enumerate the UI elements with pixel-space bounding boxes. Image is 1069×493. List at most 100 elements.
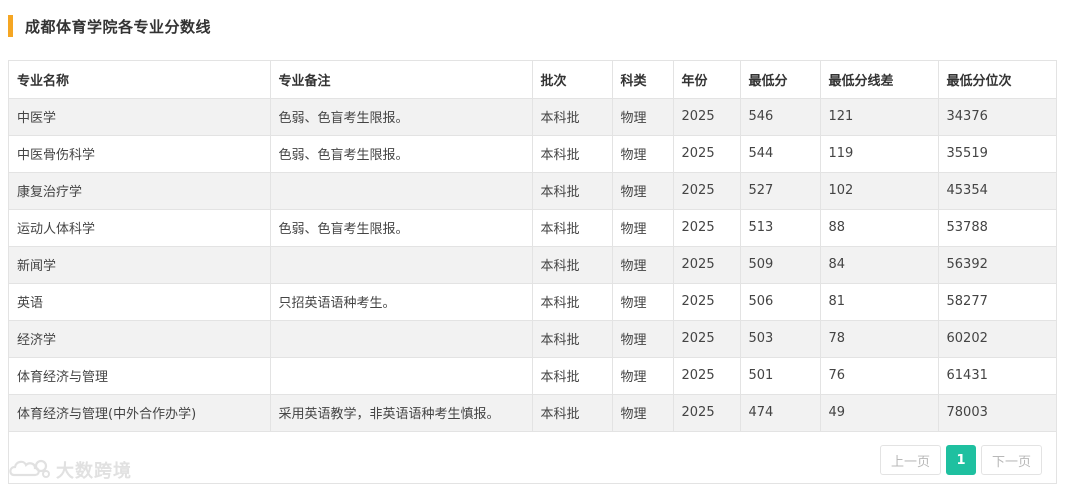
major-cell: 经济学 bbox=[9, 320, 271, 358]
min-rank-cell: 53788 bbox=[938, 209, 1056, 247]
page: 成都体育学院各专业分数线 专业名称 专业备注 批次 科类 年份 最低分 最低分线… bbox=[0, 0, 1069, 493]
year-cell: 2025 bbox=[673, 394, 741, 432]
min-rank-cell: 61431 bbox=[938, 357, 1056, 395]
category-cell: 物理 bbox=[612, 209, 674, 247]
category-cell: 物理 bbox=[612, 394, 674, 432]
note-cell bbox=[270, 320, 533, 358]
min-rank-cell: 78003 bbox=[938, 394, 1056, 432]
major-cell: 中医骨伤科学 bbox=[9, 135, 271, 173]
watermark-text: 大数跨境 bbox=[56, 461, 132, 482]
prev-page-button[interactable]: 上一页 bbox=[879, 445, 941, 475]
year-cell: 2025 bbox=[673, 357, 741, 395]
min-score-cell: 513 bbox=[740, 209, 821, 247]
table-header-row: 专业名称 专业备注 批次 科类 年份 最低分 最低分线差 最低分位次 bbox=[9, 61, 1056, 99]
min-rank-cell: 35519 bbox=[938, 135, 1056, 173]
batch-cell: 本科批 bbox=[532, 394, 613, 432]
major-cell: 体育经济与管理(中外合作办学) bbox=[9, 394, 271, 432]
category-cell: 物理 bbox=[612, 357, 674, 395]
column-header-year: 年份 bbox=[673, 61, 741, 99]
note-cell bbox=[270, 246, 533, 284]
column-header-major: 专业名称 bbox=[9, 61, 271, 99]
score-diff-cell: 121 bbox=[820, 98, 939, 136]
min-rank-cell: 56392 bbox=[938, 246, 1056, 284]
cloud-logo-icon bbox=[9, 459, 50, 478]
category-cell: 物理 bbox=[612, 283, 674, 321]
year-cell: 2025 bbox=[673, 172, 741, 210]
category-cell: 物理 bbox=[612, 320, 674, 358]
column-header-min-score: 最低分 bbox=[740, 61, 821, 99]
min-score-cell: 546 bbox=[740, 98, 821, 136]
major-cell: 英语 bbox=[9, 283, 271, 321]
title-accent-bar bbox=[8, 15, 13, 37]
year-cell: 2025 bbox=[673, 283, 741, 321]
column-header-score-diff: 最低分线差 bbox=[820, 61, 939, 99]
scores-table: 专业名称 专业备注 批次 科类 年份 最低分 最低分线差 最低分位次 中医学 色弱… bbox=[9, 61, 1056, 432]
table-row: 运动人体科学 色弱、色盲考生限报。 本科批 物理 2025 513 88 53788 bbox=[9, 209, 1056, 247]
score-diff-cell: 49 bbox=[820, 394, 939, 432]
table-row: 体育经济与管理 本科批 物理 2025 501 76 61431 bbox=[9, 357, 1056, 395]
min-rank-cell: 60202 bbox=[938, 320, 1056, 358]
note-cell: 采用英语教学，非英语语种考生慎报。 bbox=[270, 394, 533, 432]
score-diff-cell: 81 bbox=[820, 283, 939, 321]
major-cell: 中医学 bbox=[9, 98, 271, 136]
score-diff-cell: 102 bbox=[820, 172, 939, 210]
note-cell: 色弱、色盲考生限报。 bbox=[270, 209, 533, 247]
category-cell: 物理 bbox=[612, 172, 674, 210]
min-score-cell: 509 bbox=[740, 246, 821, 284]
major-cell: 康复治疗学 bbox=[9, 172, 271, 210]
section-header: 成都体育学院各专业分数线 bbox=[8, 15, 211, 37]
min-rank-cell: 45354 bbox=[938, 172, 1056, 210]
table-body: 中医学 色弱、色盲考生限报。 本科批 物理 2025 546 121 34376 中医骨伤科学色… bbox=[9, 98, 1056, 432]
page-1-button[interactable]: 1 bbox=[945, 445, 976, 475]
note-cell bbox=[270, 172, 533, 210]
category-cell: 物理 bbox=[612, 246, 674, 284]
category-cell: 物理 bbox=[612, 98, 674, 136]
score-diff-cell: 76 bbox=[820, 357, 939, 395]
table-row: 体育经济与管理(中外合作办学) 采用英语教学，非英语语种考生慎报。 本科批 物理 202… bbox=[9, 394, 1056, 432]
year-cell: 2025 bbox=[673, 209, 741, 247]
note-cell: 色弱、色盲考生限报。 bbox=[270, 98, 533, 136]
note-cell: 色弱、色盲考生限报。 bbox=[270, 135, 533, 173]
batch-cell: 本科批 bbox=[532, 320, 613, 358]
score-diff-cell: 78 bbox=[820, 320, 939, 358]
major-cell: 体育经济与管理 bbox=[9, 357, 271, 395]
table-row: 新闻学 本科批 物理 2025 509 84 56392 bbox=[9, 246, 1056, 284]
table-row: 中医骨伤科学 色弱、色盲考生限报。 本科批 物理 2025 544 119 35519 bbox=[9, 135, 1056, 173]
min-score-cell: 527 bbox=[740, 172, 821, 210]
note-cell bbox=[270, 357, 533, 395]
scores-table-container: 专业名称 专业备注 批次 科类 年份 最低分 最低分线差 最低分位次 中医学 色弱… bbox=[8, 60, 1057, 484]
column-header-min-rank: 最低分位次 bbox=[938, 61, 1056, 99]
batch-cell: 本科批 bbox=[532, 357, 613, 395]
next-page-button[interactable]: 下一页 bbox=[980, 445, 1042, 475]
year-cell: 2025 bbox=[673, 98, 741, 136]
category-cell: 物理 bbox=[612, 135, 674, 173]
score-diff-cell: 88 bbox=[820, 209, 939, 247]
year-cell: 2025 bbox=[673, 320, 741, 358]
year-cell: 2025 bbox=[673, 246, 741, 284]
major-cell: 运动人体科学 bbox=[9, 209, 271, 247]
batch-cell: 本科批 bbox=[532, 135, 613, 173]
batch-cell: 本科批 bbox=[532, 172, 613, 210]
min-score-cell: 501 bbox=[740, 357, 821, 395]
table-row: 英语 只招英语语种考生。 本科批 物理 2025 506 81 58277 bbox=[9, 283, 1056, 321]
column-header-note: 专业备注 bbox=[270, 61, 533, 99]
batch-cell: 本科批 bbox=[532, 283, 613, 321]
min-rank-cell: 34376 bbox=[938, 98, 1056, 136]
table-row: 中医学 色弱、色盲考生限报。 本科批 物理 2025 546 121 34376 bbox=[9, 98, 1056, 136]
min-score-cell: 544 bbox=[740, 135, 821, 173]
score-diff-cell: 119 bbox=[820, 135, 939, 173]
batch-cell: 本科批 bbox=[532, 246, 613, 284]
batch-cell: 本科批 bbox=[532, 98, 613, 136]
column-header-batch: 批次 bbox=[532, 61, 613, 99]
column-header-category: 科类 bbox=[612, 61, 674, 99]
page-title: 成都体育学院各专业分数线 bbox=[25, 17, 212, 36]
min-score-cell: 503 bbox=[740, 320, 821, 358]
watermark: 大数跨境 bbox=[8, 457, 132, 483]
min-score-cell: 506 bbox=[740, 283, 821, 321]
score-diff-cell: 84 bbox=[820, 246, 939, 284]
note-cell: 只招英语语种考生。 bbox=[270, 283, 533, 321]
batch-cell: 本科批 bbox=[532, 209, 613, 247]
table-row: 经济学 本科批 物理 2025 503 78 60202 bbox=[9, 320, 1056, 358]
major-cell: 新闻学 bbox=[9, 246, 271, 284]
pagination: 上一页 1 下一页 bbox=[879, 445, 1042, 475]
